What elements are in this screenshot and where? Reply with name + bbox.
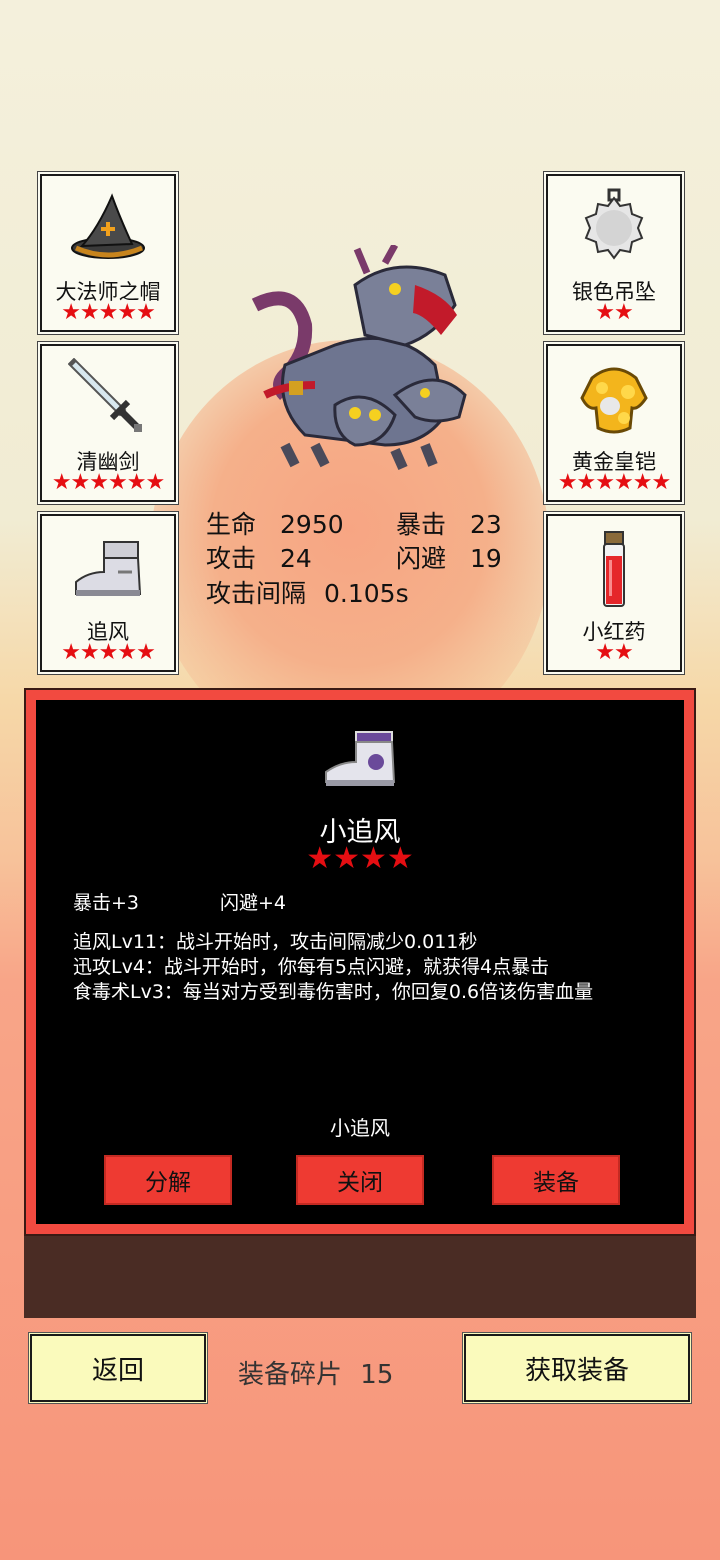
stat-hp-value: 2950 xyxy=(280,510,344,539)
stat-dodge: 闪避 19 xyxy=(396,539,502,575)
slot-stars: ★★ xyxy=(595,300,633,325)
boot-icon xyxy=(75,541,142,596)
stat-hp: 生命 2950 xyxy=(206,505,344,541)
stat-attack-value: 24 xyxy=(280,544,312,573)
stat-dodge-label: 闪避 xyxy=(396,544,447,573)
fragments-count: 15 xyxy=(360,1360,394,1390)
skill-line: 迅攻Lv4：战斗开始时，你每有5点闪避，就获得4点暴击 xyxy=(73,956,550,978)
hero-dragon-sprite xyxy=(251,245,467,471)
stat-crit: 暴击 23 xyxy=(396,505,502,541)
slot-gold-armor[interactable]: 黄金皇铠 ★★★★★★ xyxy=(546,344,682,502)
stat-attack: 攻击 24 xyxy=(206,539,312,575)
slot-stars: ★★★★★★ xyxy=(557,470,671,495)
silver-pendant-icon xyxy=(584,188,644,260)
red-potion-icon xyxy=(603,531,625,607)
gold-armor-icon xyxy=(580,367,648,434)
slot-silver-pendant[interactable]: 银色吊坠 ★★ xyxy=(546,174,682,332)
fragments-label: 装备碎片 xyxy=(238,1360,343,1390)
decompose-button[interactable]: 分解 xyxy=(104,1155,232,1205)
wizard-hat-icon xyxy=(71,193,145,259)
selected-boot-icon xyxy=(325,731,396,786)
back-button[interactable]: 返回 xyxy=(30,1334,206,1402)
equip-button[interactable]: 装备 xyxy=(492,1155,620,1205)
close-button[interactable]: 关闭 xyxy=(296,1155,424,1205)
slot-boot[interactable]: 追风 ★★★★★ xyxy=(40,514,176,672)
slot-stars: ★★ xyxy=(595,640,633,665)
stat-crit-label: 暴击 xyxy=(396,510,447,539)
skill-line: 追风Lv11：战斗开始时，攻击间隔减少0.011秒 xyxy=(73,931,478,953)
stat-interval-label: 攻击间隔 xyxy=(206,579,307,608)
stat-crit-value: 23 xyxy=(470,510,502,539)
sword-icon xyxy=(68,358,142,432)
stat-dodge-value: 19 xyxy=(470,544,502,573)
slot-wizard-hat[interactable]: 大法师之帽 ★★★★★ xyxy=(40,174,176,332)
slot-stars: ★★★★★★ xyxy=(51,470,165,495)
slot-sword[interactable]: 清幽剑 ★★★★★★ xyxy=(40,344,176,502)
item-stars: ★★★★ xyxy=(306,841,414,876)
skill-line: 食毒术Lv3：每当对方受到毒伤害时，你回复0.6倍该伤害血量 xyxy=(73,981,594,1003)
stat-hp-label: 生命 xyxy=(206,510,257,539)
stat-interval-value: 0.105s xyxy=(324,579,409,608)
slot-stars: ★★★★★ xyxy=(61,300,156,325)
get-equipment-button[interactable]: 获取装备 xyxy=(464,1334,690,1402)
equipment-fragments: 装备碎片 15 xyxy=(238,1354,393,1391)
slot-red-potion[interactable]: 小红药 ★★ xyxy=(546,514,682,672)
bonus-dodge: 闪避+4 xyxy=(220,892,287,914)
stat-attack-label: 攻击 xyxy=(206,544,257,573)
slot-stars: ★★★★★ xyxy=(61,640,156,665)
item-caption: 小追风 xyxy=(330,1116,390,1140)
stat-attack-interval: 攻击间隔 0.105s xyxy=(206,574,409,610)
bonus-crit: 暴击+3 xyxy=(73,892,140,914)
